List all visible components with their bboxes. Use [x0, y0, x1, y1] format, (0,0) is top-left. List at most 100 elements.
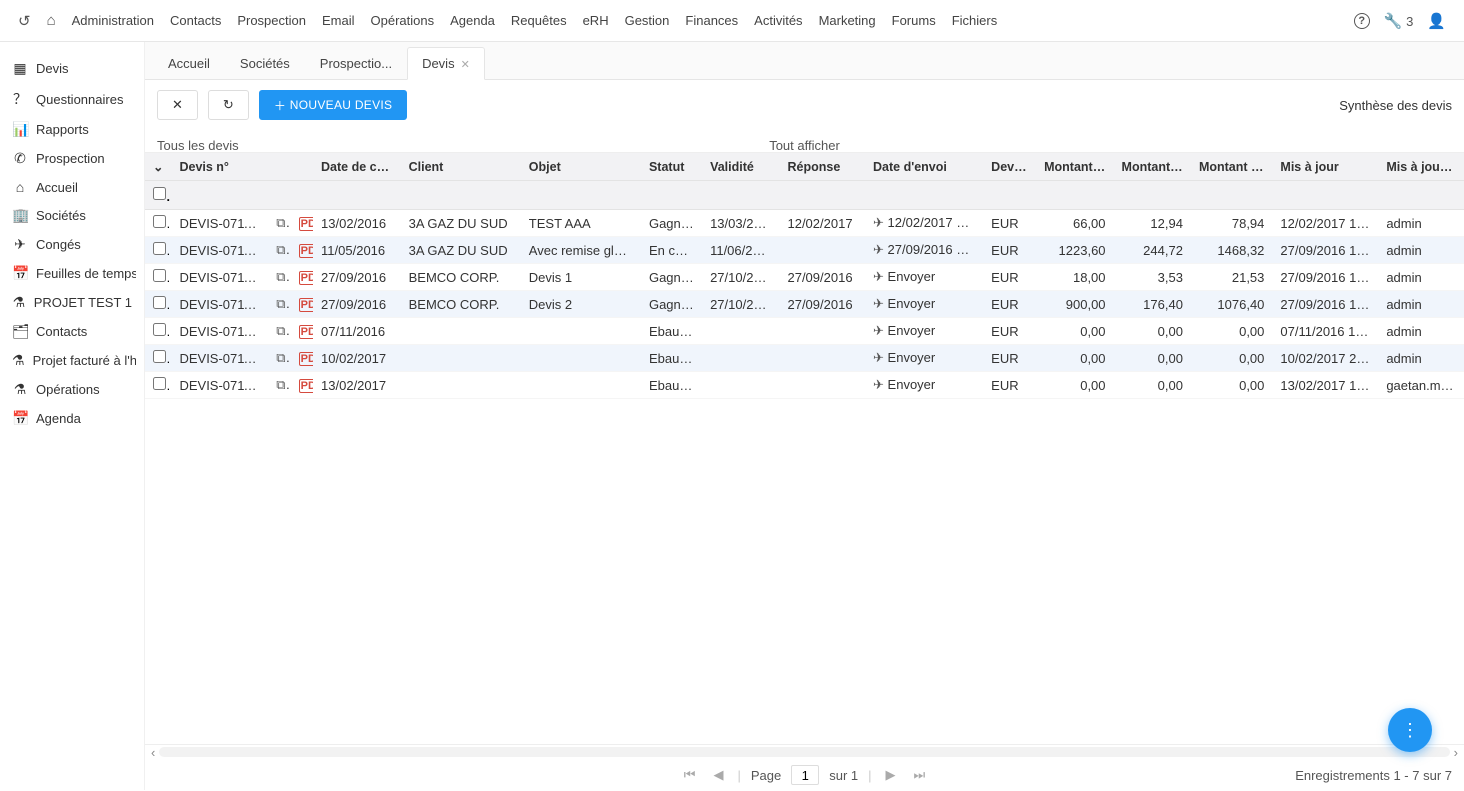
col-montant-tva[interactable]: Montant TVA	[1114, 153, 1191, 181]
sidebar-item[interactable]: ▦Devis	[8, 54, 136, 83]
col-objet[interactable]: Objet	[521, 153, 641, 181]
table-row[interactable]: DEVIS-071108⧉PDF13/02/20163A GAZ DU SUDT…	[145, 210, 1464, 237]
table-row[interactable]: DEVIS-071114⧉PDF10/02/2017Ebauche✈ Envoy…	[145, 345, 1464, 372]
nav-email[interactable]: Email	[322, 13, 355, 28]
nav-forums[interactable]: Forums	[892, 13, 936, 28]
row-checkbox[interactable]	[153, 269, 166, 282]
cell-pdf[interactable]: PDF	[291, 318, 313, 345]
tab-close-icon[interactable]: ✕	[461, 59, 470, 71]
cell-pdf[interactable]: PDF	[291, 291, 313, 318]
synthese-link[interactable]: Synthèse des devis	[1339, 98, 1452, 113]
nav-requetes[interactable]: Requêtes	[511, 13, 567, 28]
cell-pdf[interactable]: PDF	[291, 372, 313, 399]
col-devis-num[interactable]: Devis n°	[171, 153, 268, 181]
fab-more-button[interactable]: ⋮	[1388, 708, 1432, 752]
cell-copy[interactable]: ⧉	[268, 237, 290, 264]
table-row[interactable]: DEVIS-071110⧉PDF27/09/2016BEMCO CORP.Dev…	[145, 264, 1464, 291]
col-reponse[interactable]: Réponse	[779, 153, 865, 181]
sidebar-item[interactable]: ⚗PROJET TEST 1	[8, 288, 136, 317]
col-maj[interactable]: Mis à jour	[1272, 153, 1378, 181]
tab[interactable]: Prospectio...	[305, 47, 407, 79]
nav-prospection[interactable]: Prospection	[237, 13, 306, 28]
col-montant-ht[interactable]: Montant HT	[1036, 153, 1113, 181]
nav-administration[interactable]: Administration	[72, 13, 154, 28]
col-date-envoi[interactable]: Date d'envoi	[865, 153, 983, 181]
nav-finances[interactable]: Finances	[685, 13, 738, 28]
cell-pdf[interactable]: PDF	[291, 264, 313, 291]
cell-pdf[interactable]: PDF	[291, 237, 313, 264]
row-checkbox[interactable]	[153, 215, 166, 228]
pager-next-button[interactable]: ▶	[882, 767, 900, 783]
cell-date-envoi[interactable]: ✈ Envoyer	[865, 318, 983, 345]
col-devise[interactable]: Devise	[983, 153, 1036, 181]
cell-date-envoi[interactable]: ✈ Envoyer	[865, 345, 983, 372]
pager-first-button[interactable]: ⏮	[680, 767, 700, 783]
col-montant-ttc[interactable]: Montant TTC	[1191, 153, 1272, 181]
sidebar-item[interactable]: ⚗Opérations	[8, 375, 136, 404]
tab[interactable]: Accueil	[153, 47, 225, 79]
cell-date-envoi[interactable]: ✈ Envoyer	[865, 291, 983, 318]
scroll-left-icon[interactable]: ‹	[151, 745, 155, 760]
table-row[interactable]: DEVIS-071112⧉PDF27/09/2016BEMCO CORP.Dev…	[145, 291, 1464, 318]
row-checkbox[interactable]	[153, 377, 166, 390]
scroll-right-icon[interactable]: ›	[1454, 745, 1458, 760]
nav-fichiers[interactable]: Fichiers	[952, 13, 998, 28]
nav-operations[interactable]: Opérations	[371, 13, 435, 28]
nav-activites[interactable]: Activités	[754, 13, 802, 28]
sidebar-item[interactable]: ⚗Projet facturé à l'heu	[8, 346, 136, 375]
notifications-button[interactable]: 🔧 3	[1384, 12, 1414, 30]
sidebar-item[interactable]: 📊Rapports	[8, 115, 136, 144]
nav-agenda[interactable]: Agenda	[450, 13, 495, 28]
col-maj-par[interactable]: Mis à jour par	[1378, 153, 1464, 181]
home-icon[interactable]: ⌂	[47, 12, 56, 29]
help-icon[interactable]: ?	[1354, 13, 1370, 29]
select-all-checkbox[interactable]	[153, 187, 166, 200]
pager-last-button[interactable]: ⏭	[910, 767, 930, 783]
col-validite[interactable]: Validité	[702, 153, 779, 181]
scrollbar-track[interactable]	[159, 747, 1449, 757]
sidebar-item[interactable]: ⌂Accueil	[8, 173, 136, 201]
sidebar-item[interactable]: ✆Prospection	[8, 144, 136, 173]
user-icon[interactable]: 👤	[1427, 12, 1446, 30]
row-checkbox[interactable]	[153, 323, 166, 336]
col-expand[interactable]: ⌃	[145, 153, 171, 181]
nav-marketing[interactable]: Marketing	[819, 13, 876, 28]
sidebar-item[interactable]: ？Questionnaires	[8, 83, 136, 115]
cell-copy[interactable]: ⧉	[268, 345, 290, 372]
sidebar-item[interactable]: 📅Agenda	[8, 404, 136, 433]
cell-copy[interactable]: ⧉	[268, 318, 290, 345]
row-checkbox[interactable]	[153, 242, 166, 255]
cell-copy[interactable]: ⧉	[268, 291, 290, 318]
sidebar-item[interactable]: ✈Congés	[8, 230, 136, 259]
sidebar-item[interactable]: 🗂Contacts	[8, 317, 136, 346]
history-icon[interactable]: ↺	[18, 12, 31, 30]
refresh-button[interactable]: ↻	[208, 90, 249, 120]
cell-pdf[interactable]: PDF	[291, 345, 313, 372]
cell-date-envoi[interactable]: ✈ Envoyer	[865, 264, 983, 291]
col-statut[interactable]: Statut	[641, 153, 702, 181]
table-row[interactable]: DEVIS-071109⧉PDF11/05/20163A GAZ DU SUDA…	[145, 237, 1464, 264]
nav-gestion[interactable]: Gestion	[625, 13, 670, 28]
cell-copy[interactable]: ⧉	[268, 372, 290, 399]
row-checkbox[interactable]	[153, 350, 166, 363]
pager-prev-button[interactable]: ◀	[709, 767, 727, 783]
pager-page-input[interactable]	[791, 765, 819, 785]
cell-copy[interactable]: ⧉	[268, 210, 290, 237]
table-row[interactable]: DEVIS-071117⧉PDF13/02/2017Ebauche✈ Envoy…	[145, 372, 1464, 399]
cell-copy[interactable]: ⧉	[268, 264, 290, 291]
sidebar-item[interactable]: 🏢Sociétés	[8, 201, 136, 230]
nav-erh[interactable]: eRH	[583, 13, 609, 28]
horizontal-scrollbar[interactable]: ‹ ›	[145, 745, 1464, 759]
sidebar-item[interactable]: 📅Feuilles de temps	[8, 259, 136, 288]
tab[interactable]: Sociétés	[225, 47, 305, 79]
cell-date-envoi[interactable]: ✈ Envoyer	[865, 372, 983, 399]
clear-button[interactable]: ✕	[157, 90, 198, 120]
filter-center[interactable]: Tout afficher	[769, 138, 840, 153]
new-devis-button[interactable]: ＋ NOUVEAU DEVIS	[259, 90, 408, 120]
col-client[interactable]: Client	[401, 153, 521, 181]
row-checkbox[interactable]	[153, 296, 166, 309]
tab[interactable]: Devis✕	[407, 47, 485, 80]
table-row[interactable]: DEVIS-071113⧉PDF07/11/2016Ebauche✈ Envoy…	[145, 318, 1464, 345]
cell-pdf[interactable]: PDF	[291, 210, 313, 237]
nav-contacts[interactable]: Contacts	[170, 13, 221, 28]
